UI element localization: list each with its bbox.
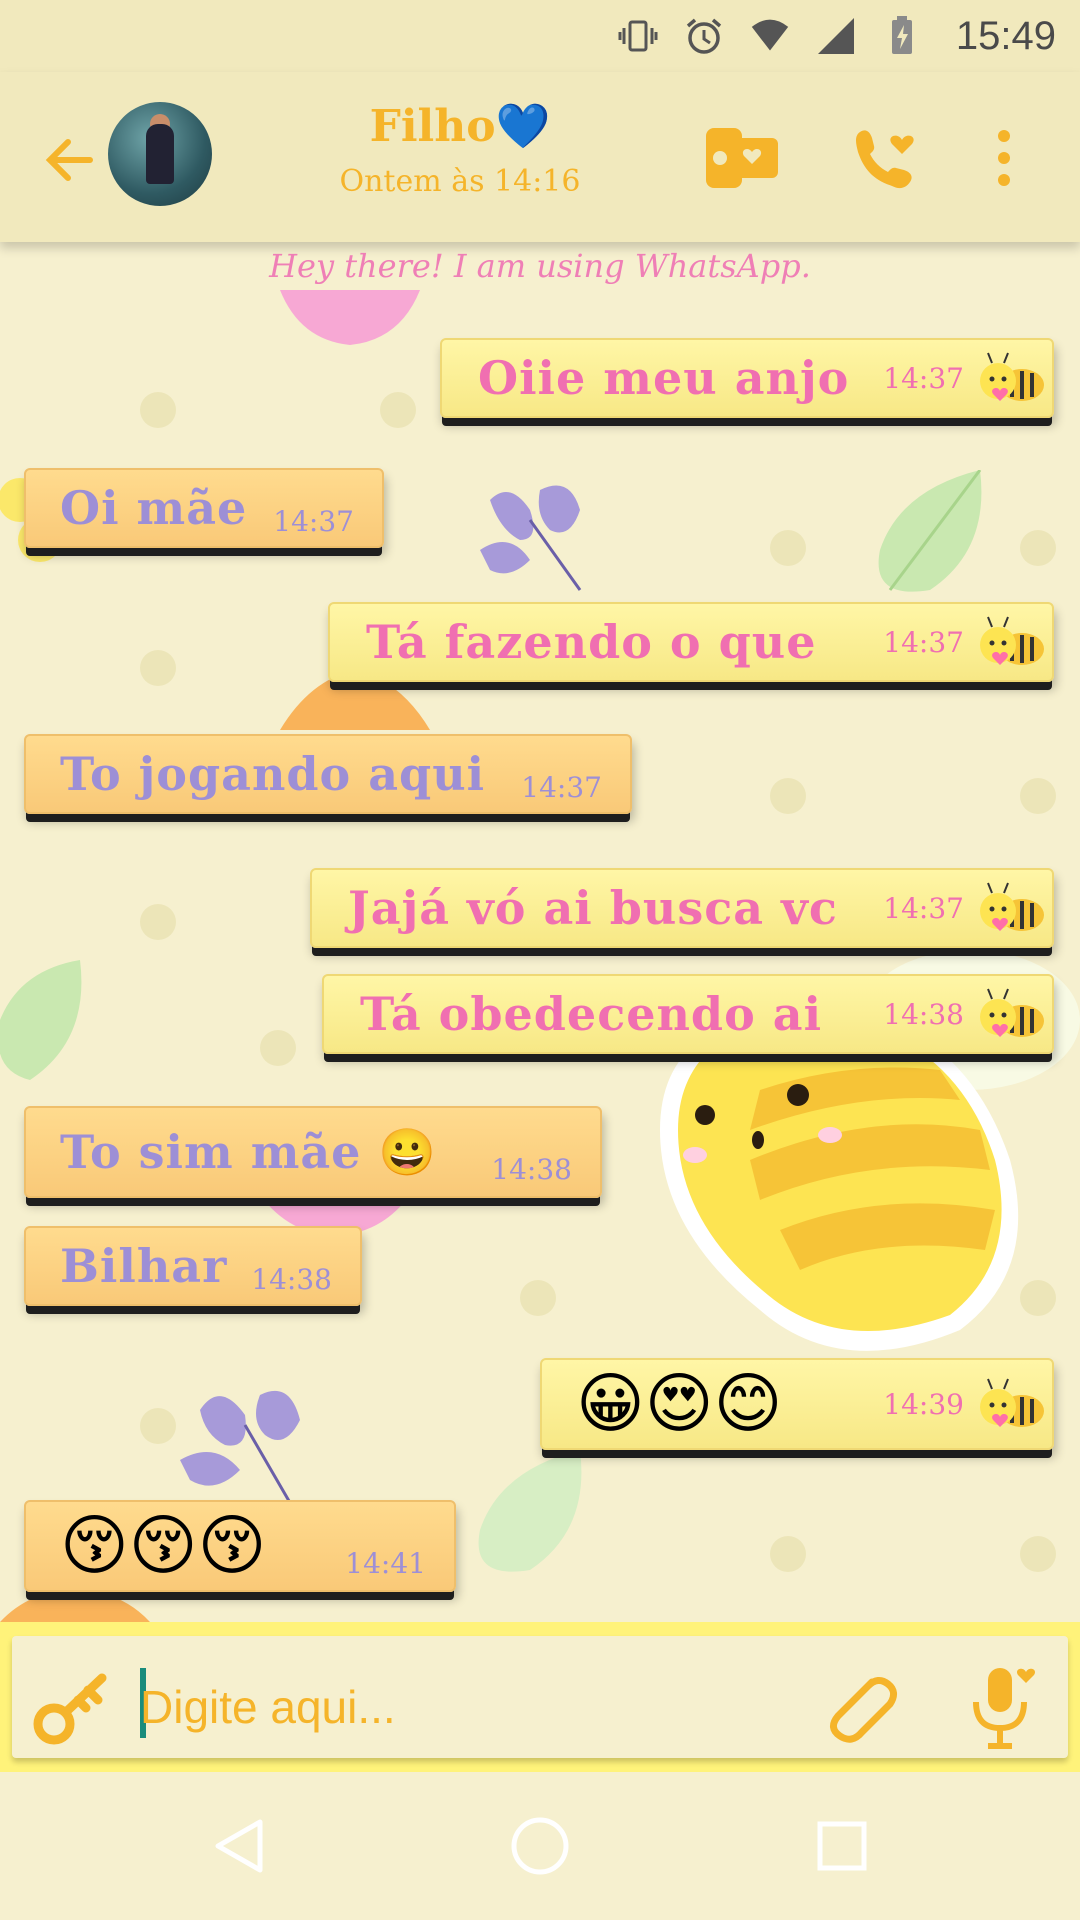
phone-heart-icon[interactable] [846, 118, 926, 198]
arrow-left-icon[interactable] [40, 130, 100, 190]
bee-tick-icon [980, 352, 1044, 401]
message-text: To sim mãe 😀 [60, 1124, 437, 1179]
message-time: 14:37 [521, 770, 602, 804]
message-bubble-outgoing[interactable]: Jajá vó ai busca vc 14:37 [310, 868, 1054, 948]
message-bubble-incoming[interactable]: To sim mãe 😀 14:38 [24, 1106, 602, 1198]
message-bubble-incoming[interactable]: To jogando aqui 14:37 [24, 734, 632, 814]
message-time: 14:37 [883, 891, 964, 925]
message-time: 14:38 [251, 1262, 332, 1296]
message-time: 14:37 [883, 361, 964, 395]
message-bubble-outgoing[interactable]: Tá obedecendo ai 14:38 [322, 974, 1054, 1054]
contact-name[interactable]: Filho💙 [300, 100, 620, 152]
message-text: Tá fazendo o que [366, 615, 817, 669]
message-time: 14:37 [883, 625, 964, 659]
video-call-icon[interactable] [702, 118, 782, 198]
message-text: Tá obedecendo ai [360, 987, 823, 1041]
message-time: 14:37 [273, 504, 354, 538]
system-navigation-bar [0, 1772, 1080, 1920]
chat-header: Filho💙 Ontem às 14:16 [0, 72, 1080, 242]
message-bubble-incoming[interactable]: 😚😚😚 14:41 [24, 1500, 456, 1592]
message-time: 14:38 [491, 1152, 572, 1186]
nav-back-icon[interactable] [210, 1816, 270, 1876]
message-bubble-outgoing[interactable]: 😀😍😊 14:39 [540, 1358, 1054, 1450]
status-bar: 15:49 [0, 0, 1080, 72]
vibrate-icon [618, 16, 658, 56]
message-text: Jajá vó ai busca vc [348, 881, 838, 935]
message-bubble-outgoing[interactable]: Oiie meu anjo 14:37 [440, 338, 1054, 418]
leaf-decoration [0, 1590, 150, 1622]
bee-tick-icon [980, 882, 1044, 931]
paperclip-icon[interactable] [820, 1668, 900, 1748]
message-emoji-text: 😀😍😊 [576, 1365, 783, 1442]
bee-tick-icon [980, 616, 1044, 665]
message-text: Oi mãe [60, 481, 248, 535]
leaf-decoration [878, 470, 982, 592]
alarm-icon [684, 16, 724, 56]
leaf-decoration [0, 960, 82, 1080]
avatar[interactable] [108, 102, 212, 206]
nav-home-icon[interactable] [508, 1814, 572, 1878]
more-vert-icon[interactable] [984, 118, 1024, 198]
bee-tick-icon [980, 1378, 1044, 1427]
contact-about-banner: Hey there! I am using WhatsApp. [269, 247, 811, 285]
status-time: 15:49 [955, 13, 1056, 58]
last-seen: Ontem às 14:16 [339, 164, 581, 199]
leaf-decoration [280, 290, 420, 345]
message-bubble-outgoing[interactable]: Tá fazendo o que 14:37 [328, 602, 1054, 682]
nav-recents-icon[interactable] [812, 1816, 872, 1876]
message-text: Bilhar [60, 1239, 228, 1293]
leaf-decoration [478, 1450, 582, 1572]
message-text: Oiie meu anjo [478, 351, 850, 405]
message-text: To jogando aqui [60, 747, 486, 801]
message-time: 14:39 [883, 1387, 964, 1421]
microphone-icon[interactable] [962, 1662, 1042, 1752]
bee-tick-icon [980, 988, 1044, 1037]
message-bubble-incoming[interactable]: Bilhar 14:38 [24, 1226, 362, 1306]
message-bubble-incoming[interactable]: Oi mãe 14:37 [24, 468, 384, 548]
leaf-decoration [480, 485, 582, 591]
message-time: 14:38 [883, 997, 964, 1031]
battery-icon [882, 16, 922, 56]
signal-icon [816, 16, 856, 56]
wifi-icon [750, 16, 790, 56]
key-icon[interactable] [32, 1668, 112, 1748]
message-time: 14:41 [345, 1546, 426, 1580]
message-input[interactable]: Digite aqui... [140, 1680, 396, 1734]
message-emoji-text: 😚😚😚 [60, 1507, 267, 1584]
